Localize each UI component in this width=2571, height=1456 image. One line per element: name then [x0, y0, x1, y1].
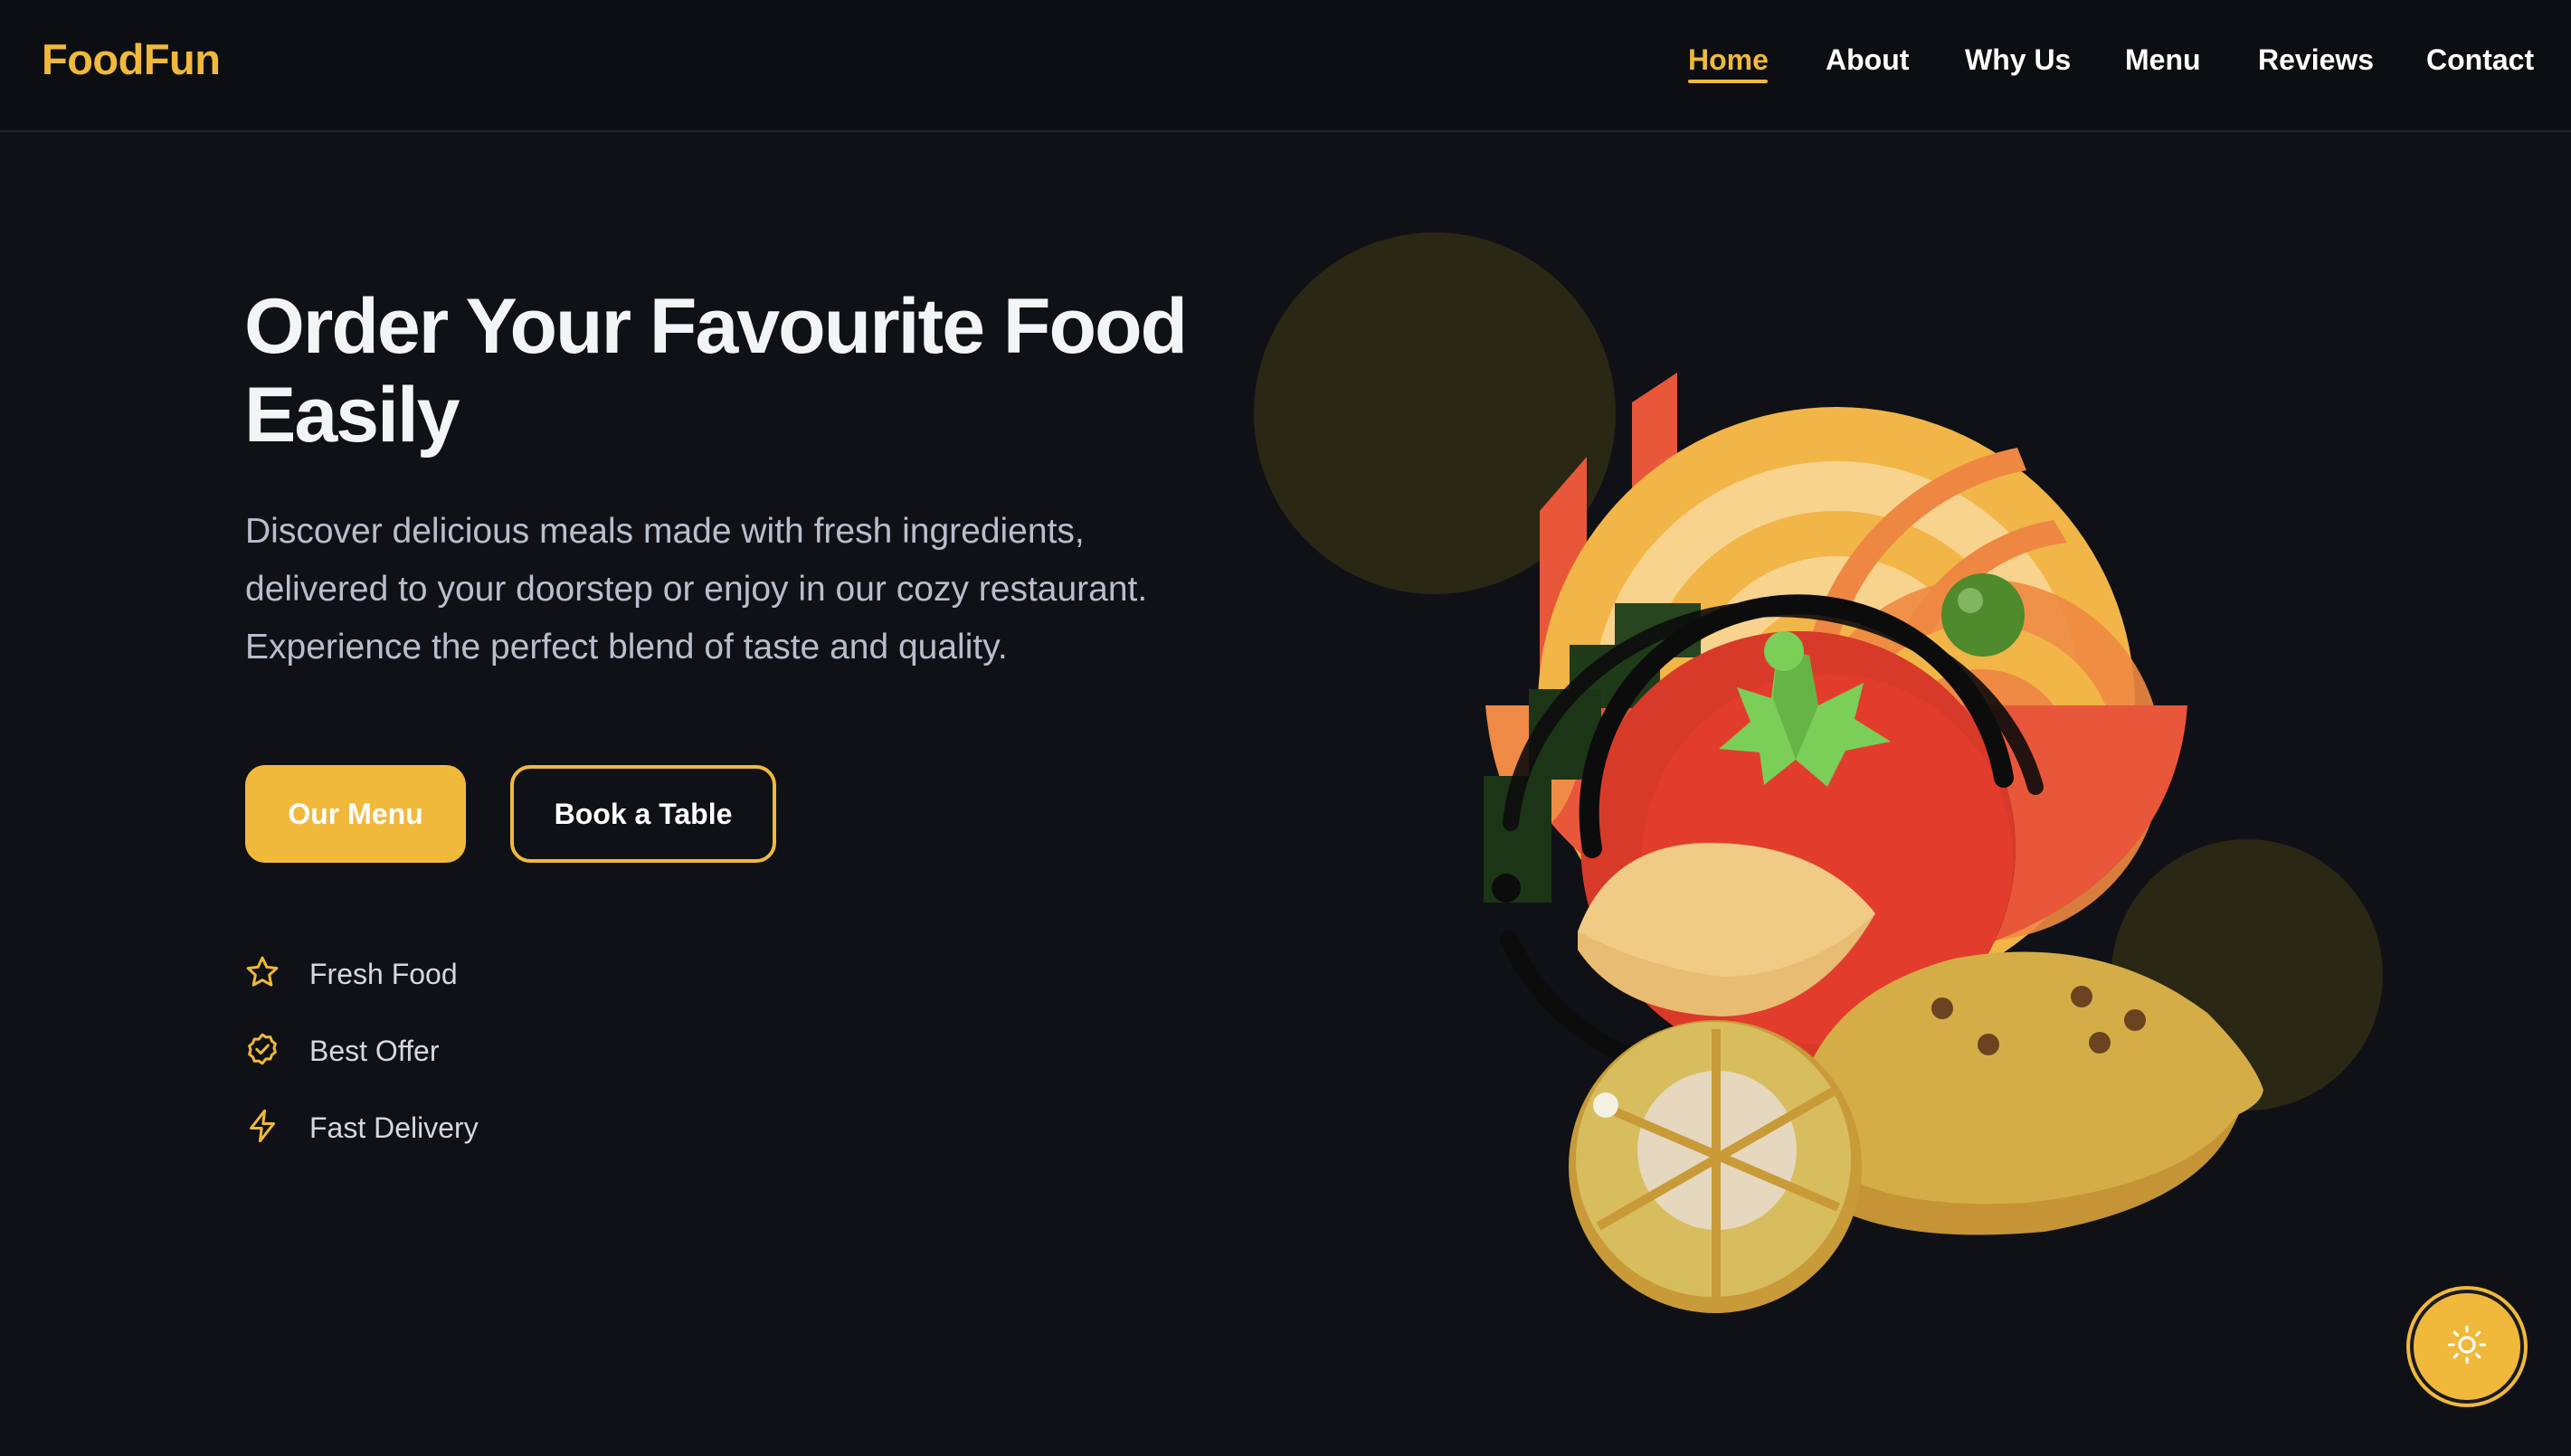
sun-icon [2446, 1324, 2488, 1370]
nav-active-indicator [1688, 80, 1768, 83]
navbar: FoodFun Home About Why Us Menu Reviews C… [0, 0, 2571, 132]
feature-item-fresh-food: Fresh Food [244, 952, 458, 996]
star-icon [244, 954, 280, 995]
nav-link-contact[interactable]: Contact [2426, 40, 2534, 80]
feature-item-fast-delivery: Fast Delivery [244, 1106, 479, 1149]
nav-link-home[interactable]: Home [1688, 40, 1769, 80]
theme-toggle-button[interactable] [2410, 1290, 2524, 1404]
hero-food-illustration [1230, 199, 2424, 1375]
brand-logo[interactable]: FoodFun [42, 33, 221, 87]
nav-link-why-us[interactable]: Why Us [1965, 40, 2071, 80]
nav-link-reviews[interactable]: Reviews [2258, 40, 2374, 80]
badge-check-icon [244, 1031, 280, 1072]
lightning-icon [244, 1108, 280, 1149]
nav-link-menu[interactable]: Menu [2125, 40, 2201, 80]
our-menu-button[interactable]: Our Menu [245, 765, 466, 863]
feature-label: Fresh Food [309, 958, 458, 990]
feature-label: Fast Delivery [309, 1111, 479, 1144]
orange-slice-icon [1569, 1020, 1862, 1313]
hero-title: Order Your Favourite Food Easily [244, 283, 1188, 459]
nav-link-about[interactable]: About [1826, 40, 1909, 80]
book-table-button[interactable]: Book a Table [510, 765, 776, 863]
feature-label: Best Offer [309, 1035, 440, 1067]
feature-item-best-offer: Best Offer [244, 1029, 439, 1073]
hero-description: Discover delicious meals made with fresh… [245, 512, 1148, 667]
